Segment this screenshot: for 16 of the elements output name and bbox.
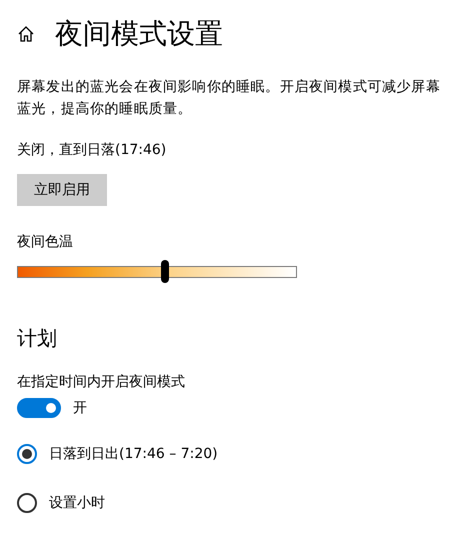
color-temperature-slider[interactable]	[17, 260, 297, 283]
section-heading: 计划	[17, 325, 58, 352]
radio-button[interactable]	[17, 493, 37, 513]
description-text: 屏幕发出的蓝光会在夜间影响你的睡眠。开启夜间模式可减少屏幕蓝光，提高你的睡眠质量。	[17, 78, 442, 119]
status-text: 关闭，直到日落(17:46)	[17, 141, 168, 160]
slider-thumb[interactable]	[161, 260, 170, 283]
toggle-switch[interactable]	[17, 398, 61, 418]
home-icon[interactable]	[17, 25, 35, 43]
radio-button[interactable]	[17, 444, 37, 464]
page-title: 夜间模式设置	[55, 16, 223, 52]
radio-label[interactable]: 设置小时	[49, 494, 105, 512]
radio-label[interactable]: 日落到日出(17:46 – 7:20)	[49, 445, 218, 463]
slider-label: 夜间色温	[17, 233, 74, 252]
enable-button[interactable]: 立即启用	[17, 174, 107, 206]
toggle-label: 在指定时间内开启夜间模式	[17, 373, 186, 392]
toggle-state-text: 开	[73, 399, 87, 417]
